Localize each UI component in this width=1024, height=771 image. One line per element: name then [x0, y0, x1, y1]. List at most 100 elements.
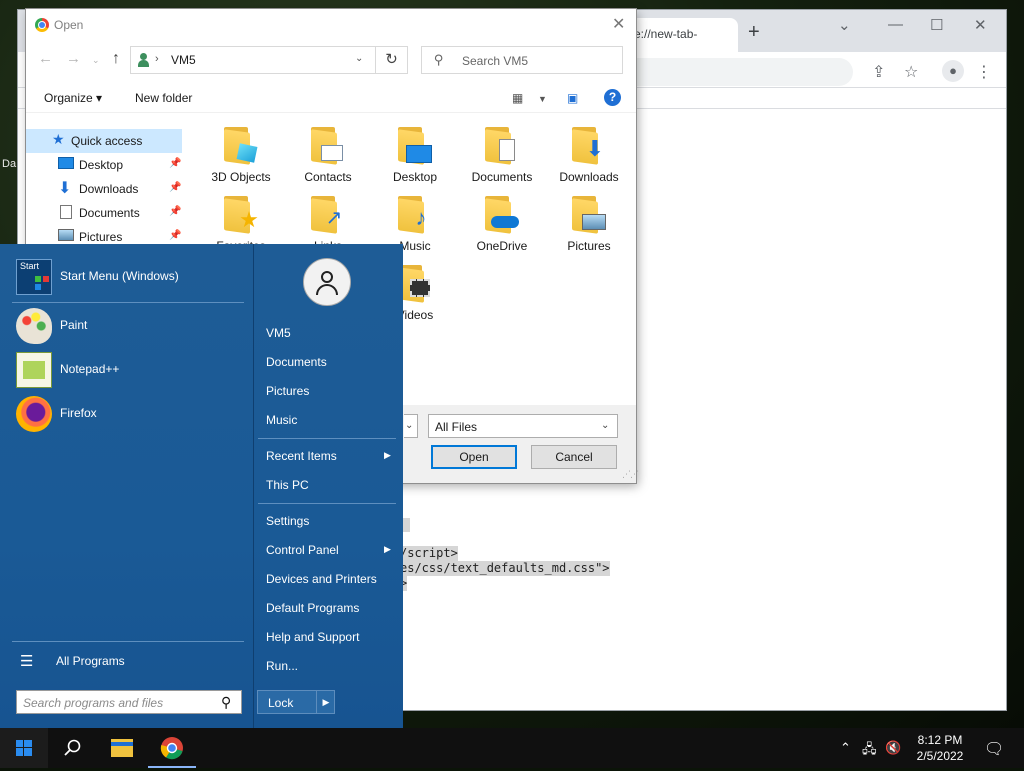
start-link-run[interactable]: Run...	[258, 652, 396, 680]
view-options-icon[interactable]: ▦	[512, 91, 523, 105]
start-link-settings[interactable]: Settings	[258, 507, 396, 535]
link-label: Control Panel	[266, 543, 339, 557]
chevron-down-icon[interactable]: ⌄	[355, 53, 363, 64]
chrome-tab[interactable]: e://new-tab-	[628, 18, 738, 52]
folder-item[interactable]: Documents	[459, 121, 545, 187]
onedrive-folder-icon	[479, 194, 521, 234]
show-hidden-icons-icon[interactable]: ⌃	[840, 740, 851, 756]
cancel-button[interactable]: Cancel	[531, 445, 617, 469]
pin-icon[interactable]: 📌	[169, 158, 181, 169]
share-icon[interactable]: ⇪	[872, 62, 885, 82]
refresh-button[interactable]: ↻	[376, 46, 408, 74]
start-menu-app-item[interactable]: Notepad++	[12, 350, 244, 390]
chevron-down-icon[interactable]: ▼	[538, 94, 547, 104]
address-bar[interactable]: › VM5 ⌄	[130, 46, 376, 74]
chevron-right-icon[interactable]: ▶	[316, 691, 335, 713]
app-label: Start Menu (Windows)	[60, 269, 179, 283]
pin-icon[interactable]: 📌	[169, 182, 181, 193]
taskbar-search-button[interactable]	[48, 728, 96, 768]
link-label: This PC	[266, 478, 309, 492]
command-bar: Organize ▾ New folder ▦ ▼ ▣	[26, 83, 636, 113]
start-menu-app-item[interactable]: Firefox	[12, 394, 244, 434]
file-explorer-taskbar-button[interactable]	[98, 728, 146, 768]
start-link-control-panel[interactable]: Control Panel ▶	[258, 536, 396, 564]
folder-item[interactable]: Contacts	[285, 121, 371, 187]
minimize-button[interactable]: —	[888, 16, 903, 33]
new-folder-button[interactable]: New folder	[135, 91, 192, 105]
new-tab-button[interactable]: +	[748, 21, 760, 44]
forward-arrow-icon[interactable]: →	[66, 50, 81, 67]
file-type-select[interactable]: All Files ⌄	[428, 414, 618, 438]
folder-item[interactable]: 3D Objects	[198, 121, 284, 187]
start-link-documents[interactable]: Documents	[258, 348, 396, 376]
resize-grip-icon[interactable]: ⋰⋰	[622, 469, 639, 480]
avatar[interactable]	[303, 258, 351, 306]
chrome-logo-icon	[35, 18, 49, 32]
network-icon[interactable]: 🖧	[862, 740, 877, 762]
up-arrow-icon[interactable]: ↑	[112, 50, 120, 68]
dialog-close-icon[interactable]: ✕	[612, 14, 625, 34]
start-link-this-pc[interactable]: This PC	[258, 471, 396, 499]
taskbar: ⌃ 🖧 🔇 8:12 PM 2/5/2022 🗨	[0, 728, 1024, 768]
pin-icon[interactable]: 📌	[169, 230, 181, 241]
start-menu-app-item[interactable]: Start Start Menu (Windows)	[12, 257, 244, 297]
lock-button[interactable]: Lock ▶	[257, 690, 335, 714]
preview-pane-icon[interactable]: ▣	[567, 91, 578, 105]
start-link-help-and-support[interactable]: Help and Support	[258, 623, 396, 651]
start-search-input[interactable]: Search programs and files ⚲	[16, 690, 242, 714]
tab-search-icon[interactable]: ⌄	[838, 16, 851, 34]
nav-item-quick-access[interactable]: ★ Quick access	[26, 129, 182, 153]
nav-item-downloads[interactable]: ⬇ Downloads 📌	[26, 177, 182, 201]
help-icon[interactable]: ?	[604, 89, 621, 106]
chrome-taskbar-button[interactable]	[148, 728, 196, 768]
search-placeholder: Search programs and files	[23, 696, 164, 710]
start-link-recent-items[interactable]: Recent Items ▶	[258, 442, 396, 470]
file-explorer-icon	[111, 739, 133, 757]
clock-time: 8:12 PM	[917, 733, 963, 747]
address-value: VM5	[171, 53, 196, 67]
list-icon: ☰	[20, 653, 34, 670]
start-menu-app-item[interactable]: Paint	[12, 306, 244, 346]
folder-item[interactable]: ⬇ Downloads	[546, 121, 632, 187]
folder-item[interactable]: Pictures	[546, 190, 632, 256]
close-button[interactable]: ✕	[974, 16, 987, 34]
start-button[interactable]	[0, 728, 48, 768]
bookmark-star-icon[interactable]: ☆	[904, 62, 918, 82]
separator	[12, 302, 244, 303]
folder-label: Downloads	[559, 170, 619, 184]
refresh-icon: ↻	[385, 51, 398, 68]
menu-dots-icon[interactable]: ⋮	[976, 62, 992, 82]
source-line: /script>	[400, 546, 458, 561]
folder-item[interactable]: OneDrive	[459, 190, 545, 256]
document-icon	[60, 205, 72, 219]
clock[interactable]: 8:12 PM 2/5/2022	[905, 732, 975, 764]
contacts-folder-icon	[305, 125, 347, 165]
pin-icon[interactable]: 📌	[169, 206, 181, 217]
folder-item[interactable]: Desktop	[372, 121, 458, 187]
start-link-devices-and-printers[interactable]: Devices and Printers	[258, 565, 396, 593]
link-label: Documents	[266, 355, 327, 369]
search-input[interactable]: ⚲ Search VM5	[421, 46, 623, 74]
profile-icon[interactable]: ●	[942, 60, 964, 82]
nav-item-desktop[interactable]: Desktop 📌	[26, 153, 182, 177]
filename-dropdown[interactable]: ⌄	[404, 414, 418, 438]
recent-locations-icon[interactable]: ⌄	[92, 55, 100, 66]
all-programs-button[interactable]: ☰ All Programs	[12, 648, 244, 674]
nav-item-documents[interactable]: Documents 📌	[26, 201, 182, 225]
notifications-icon[interactable]: 🗨	[984, 739, 1004, 759]
downloads-folder-icon: ⬇	[566, 125, 608, 165]
volume-muted-icon[interactable]: 🔇	[885, 740, 901, 756]
start-link-vm5[interactable]: VM5	[258, 319, 396, 347]
back-arrow-icon[interactable]: ←	[38, 50, 53, 67]
search-icon: ⚲	[434, 52, 444, 67]
documents-folder-icon	[479, 125, 521, 165]
open-button[interactable]: Open	[431, 445, 517, 469]
address-bar[interactable]	[618, 58, 853, 86]
chrome-icon	[160, 737, 183, 760]
separator	[258, 438, 396, 439]
start-link-music[interactable]: Music	[258, 406, 396, 434]
start-link-default-programs[interactable]: Default Programs	[258, 594, 396, 622]
start-link-pictures[interactable]: Pictures	[258, 377, 396, 405]
organize-button[interactable]: Organize ▾	[44, 91, 102, 105]
maximize-button[interactable]: ☐	[930, 16, 943, 34]
